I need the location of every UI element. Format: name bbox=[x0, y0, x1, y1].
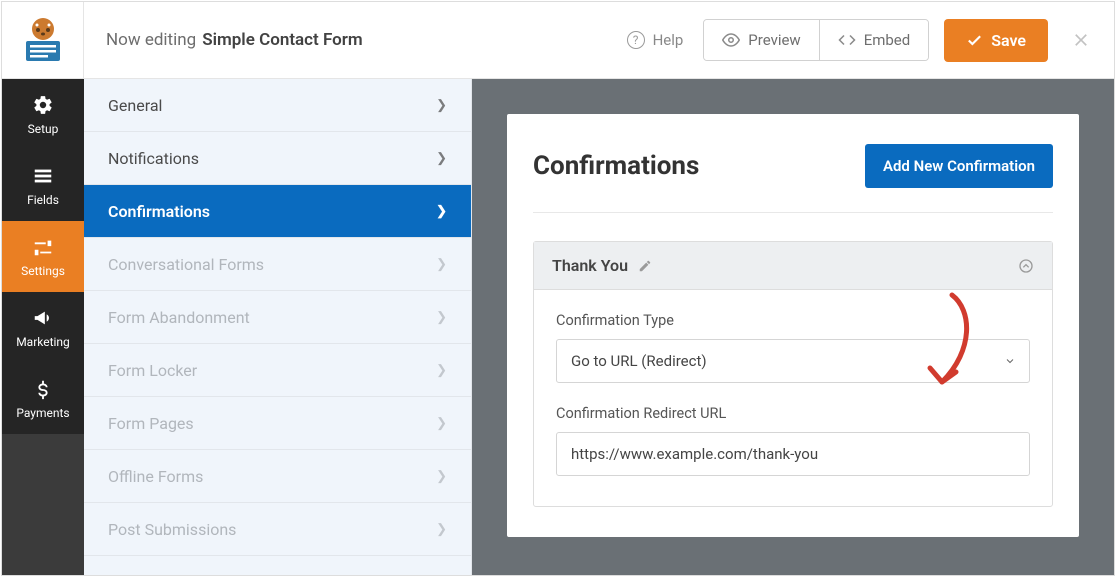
nav-payments[interactable]: Payments bbox=[2, 363, 84, 434]
close-button[interactable] bbox=[1068, 27, 1094, 53]
sidebar-item-offline-forms[interactable]: Offline Forms ❯ bbox=[84, 450, 471, 503]
redirect-url-input[interactable] bbox=[556, 432, 1030, 476]
check-icon bbox=[966, 32, 983, 49]
form-title: Simple Contact Form bbox=[202, 30, 362, 50]
gear-icon bbox=[32, 94, 54, 116]
question-circle-icon: ? bbox=[627, 31, 645, 49]
sidebar-item-form-abandonment[interactable]: Form Abandonment ❯ bbox=[84, 291, 471, 344]
confirmation-box: Thank You Confirmation Type Go to URL (R… bbox=[533, 241, 1053, 507]
chevron-right-icon: ❯ bbox=[436, 416, 447, 431]
nav-label: Setup bbox=[28, 122, 59, 136]
dollar-icon bbox=[32, 378, 54, 400]
chevron-right-icon: ❯ bbox=[436, 522, 447, 537]
top-bar: Now editing Simple Contact Form ? Help P… bbox=[2, 2, 1114, 79]
list-icon bbox=[32, 165, 54, 187]
eye-icon bbox=[722, 31, 740, 49]
chevron-right-icon: ❯ bbox=[436, 310, 447, 325]
chevron-up-circle-icon[interactable] bbox=[1018, 258, 1034, 274]
sidebar-item-label: Conversational Forms bbox=[108, 255, 264, 274]
code-icon bbox=[838, 31, 856, 49]
sidebar-item-label: General bbox=[108, 96, 162, 115]
sidebar-item-confirmations[interactable]: Confirmations ❯ bbox=[84, 185, 471, 238]
nav-label: Payments bbox=[16, 406, 69, 420]
sidebar-item-label: Post Submissions bbox=[108, 520, 236, 539]
wpforms-logo[interactable] bbox=[2, 2, 84, 79]
confirmation-header[interactable]: Thank You bbox=[534, 242, 1052, 290]
panel-title: Confirmations bbox=[533, 151, 699, 181]
chevron-right-icon: ❯ bbox=[436, 363, 447, 378]
sidebar-item-label: Form Abandonment bbox=[108, 308, 250, 327]
megaphone-icon bbox=[32, 307, 54, 329]
preview-embed-group: Preview Embed bbox=[703, 19, 929, 61]
chevron-right-icon: ❯ bbox=[436, 469, 447, 484]
nav-label: Settings bbox=[21, 264, 65, 278]
add-new-confirmation-button[interactable]: Add New Confirmation bbox=[865, 144, 1053, 188]
confirmation-type-select[interactable]: Go to URL (Redirect) bbox=[556, 339, 1030, 383]
sidebar-item-label: Confirmations bbox=[108, 202, 210, 221]
help-link[interactable]: ? Help bbox=[627, 31, 684, 49]
sidebar-item-notifications[interactable]: Notifications ❯ bbox=[84, 132, 471, 185]
sidebar-item-post-submissions[interactable]: Post Submissions ❯ bbox=[84, 503, 471, 556]
sidebar-item-general[interactable]: General ❯ bbox=[84, 79, 471, 132]
embed-label: Embed bbox=[864, 31, 911, 49]
chevron-right-icon: ❯ bbox=[436, 257, 447, 272]
nav-fields[interactable]: Fields bbox=[2, 150, 84, 221]
settings-sidebar: General ❯ Notifications ❯ Confirmations … bbox=[84, 79, 472, 575]
confirmation-type-label: Confirmation Type bbox=[556, 312, 1030, 329]
confirmation-name: Thank You bbox=[552, 256, 628, 275]
save-button[interactable]: Save bbox=[944, 19, 1048, 62]
nav-rail: Setup Fields Settings Marketing Payments bbox=[2, 79, 84, 575]
nav-marketing[interactable]: Marketing bbox=[2, 292, 84, 363]
help-label: Help bbox=[653, 31, 684, 49]
pencil-icon[interactable] bbox=[638, 259, 652, 273]
nav-setup[interactable]: Setup bbox=[2, 79, 84, 150]
nav-settings[interactable]: Settings bbox=[2, 221, 84, 292]
editing-title: Now editing Simple Contact Form bbox=[84, 30, 627, 50]
chevron-right-icon: ❯ bbox=[436, 204, 447, 219]
sidebar-item-label: Form Locker bbox=[108, 361, 197, 380]
content-area: Confirmations Add New Confirmation Thank… bbox=[472, 79, 1114, 575]
embed-button[interactable]: Embed bbox=[819, 20, 929, 60]
sidebar-item-form-pages[interactable]: Form Pages ❯ bbox=[84, 397, 471, 450]
close-icon bbox=[1071, 30, 1091, 50]
chevron-right-icon: ❯ bbox=[436, 151, 447, 166]
sidebar-item-label: Notifications bbox=[108, 149, 199, 168]
confirmations-panel: Confirmations Add New Confirmation Thank… bbox=[507, 114, 1079, 537]
sidebar-item-conversational-forms[interactable]: Conversational Forms ❯ bbox=[84, 238, 471, 291]
save-label: Save bbox=[991, 31, 1026, 50]
nav-label: Fields bbox=[27, 193, 59, 207]
sliders-icon bbox=[32, 236, 54, 258]
sidebar-item-label: Form Pages bbox=[108, 414, 194, 433]
nav-label: Marketing bbox=[16, 335, 70, 349]
preview-button[interactable]: Preview bbox=[704, 20, 818, 60]
redirect-url-label: Confirmation Redirect URL bbox=[556, 405, 1030, 422]
sidebar-item-label: Offline Forms bbox=[108, 467, 203, 486]
editing-prefix: Now editing bbox=[106, 30, 196, 50]
chevron-right-icon: ❯ bbox=[436, 98, 447, 113]
preview-label: Preview bbox=[748, 31, 800, 49]
sidebar-item-form-locker[interactable]: Form Locker ❯ bbox=[84, 344, 471, 397]
